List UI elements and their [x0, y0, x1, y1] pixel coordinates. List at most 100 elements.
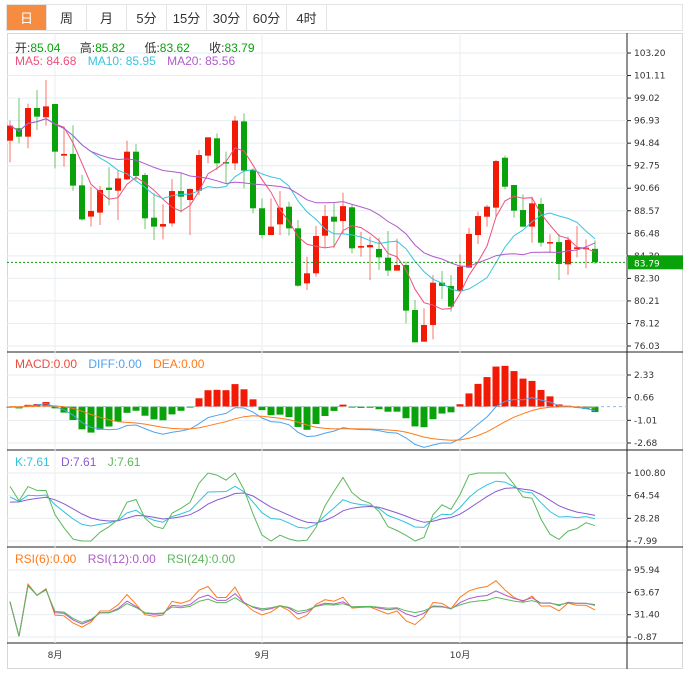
macd-bar: [510, 371, 518, 407]
candle-down: [151, 217, 157, 227]
macd-bar: [465, 393, 473, 407]
open-value: 85.04: [30, 41, 61, 55]
candle-down: [403, 265, 409, 311]
macd-bar: [294, 406, 302, 427]
d-line: [9, 487, 596, 524]
high-value: 85.82: [95, 41, 126, 55]
macd-bar: [105, 406, 113, 427]
macd-bar: [276, 406, 284, 415]
y-axis-label: 28.28: [634, 514, 660, 524]
candle-down: [331, 216, 337, 222]
macd-bar: [240, 389, 248, 407]
y-axis-label: 103.20: [634, 49, 666, 59]
candle-up: [313, 236, 319, 274]
macd-bar: [123, 406, 131, 413]
macd-bar: [483, 377, 491, 407]
candle-up: [205, 137, 211, 156]
candle-down: [106, 187, 112, 190]
candle-down: [214, 138, 220, 164]
close-value: 83.79: [224, 41, 255, 55]
candle-up: [61, 153, 67, 156]
rsi6-label: RSI(6):0.00: [15, 552, 77, 566]
y-axis-label: -2.68: [634, 439, 658, 449]
macd-bar: [114, 406, 122, 422]
macd-bar: [150, 406, 158, 420]
candle-up: [547, 242, 553, 244]
macd-bar: [438, 406, 446, 414]
macd-bar: [132, 406, 140, 411]
x-axis-label: 8月: [48, 650, 63, 661]
candle-up: [25, 107, 31, 137]
kline-chart[interactable]: 8月 9月 10月 103.20 101.11 99.02 96.93 94.84 92.75 9…: [0, 0, 687, 676]
ma10-label: MA10: 85.95: [87, 54, 156, 68]
y-axis-label: -0.87: [634, 633, 657, 643]
y-axis-label: 63.67: [634, 588, 660, 598]
rsi12-label: RSI(12):0.00: [87, 552, 156, 566]
y-axis-label: 80.21: [634, 297, 660, 307]
rsi24-label: RSI(24):0.00: [167, 552, 236, 566]
y-axis-label: 92.75: [634, 162, 660, 172]
candle-up: [232, 120, 238, 164]
candle-up: [421, 324, 427, 342]
rsi6-line: [9, 580, 596, 637]
candle-up: [493, 161, 499, 208]
x-axis-label: 10月: [450, 650, 470, 661]
candle-up: [88, 210, 94, 217]
y-axis-label: 76.03: [634, 342, 660, 352]
macd-bar: [222, 390, 230, 407]
macd-bar: [519, 378, 527, 407]
macd-bar: [159, 406, 167, 421]
ma5-line: [9, 118, 596, 310]
candle-up: [115, 178, 121, 191]
rsi24-line: [9, 584, 596, 637]
candle-down: [79, 185, 85, 220]
y-axis-label: 96.93: [634, 117, 660, 127]
macd-bar: [411, 406, 419, 427]
macd-bar: [303, 406, 311, 430]
macd-bar: [420, 406, 428, 428]
candle-down: [250, 170, 256, 209]
y-axis-label: 94.84: [634, 139, 660, 149]
high-label: 高:: [79, 41, 96, 55]
rsi-legend: RSI(6):0.00 RSI(12):0.00 RSI(24):0.00: [15, 552, 243, 566]
y-axis-label: 82.30: [634, 274, 660, 284]
macd-bar: [321, 406, 329, 416]
current-price-label: 83.79: [634, 259, 660, 269]
candle-down: [349, 207, 355, 249]
candle-up: [196, 155, 202, 191]
candle-up: [358, 246, 364, 248]
dea-label: DEA:0.00: [153, 357, 205, 371]
macd-bar: [195, 398, 203, 407]
candle-down: [52, 104, 58, 152]
candle-up: [340, 206, 346, 222]
ma20-label: MA20: 85.56: [167, 54, 236, 68]
macd-bar: [528, 380, 536, 407]
y-axis-label: 0.66: [634, 394, 654, 404]
candle-down: [133, 151, 139, 176]
y-axis-label: 101.11: [634, 72, 666, 82]
y-axis-label: 90.66: [634, 184, 660, 194]
candle-up: [475, 216, 481, 236]
macd-bar: [384, 406, 392, 412]
k-label: K:7.61: [15, 455, 50, 469]
candle-up: [304, 273, 310, 284]
candle-up: [43, 106, 49, 118]
candle-up: [484, 206, 490, 217]
candle-down: [385, 257, 391, 271]
macd-bar: [330, 406, 338, 411]
d-label: D:7.61: [61, 455, 97, 469]
macd-bar: [429, 406, 437, 420]
candle-up: [160, 224, 166, 227]
macd-bar: [249, 399, 257, 407]
candle-up: [394, 265, 400, 271]
candle-down: [70, 153, 76, 186]
macd-bar: [87, 406, 95, 433]
macd-bar: [474, 383, 482, 407]
candle-up: [268, 226, 274, 236]
low-value: 83.62: [159, 41, 190, 55]
candle-up: [430, 282, 436, 325]
candle-up: [565, 239, 571, 265]
y-axis-label: -7.99: [634, 537, 658, 547]
macd-bar: [447, 406, 455, 413]
x-axis-label: 9月: [255, 650, 270, 661]
